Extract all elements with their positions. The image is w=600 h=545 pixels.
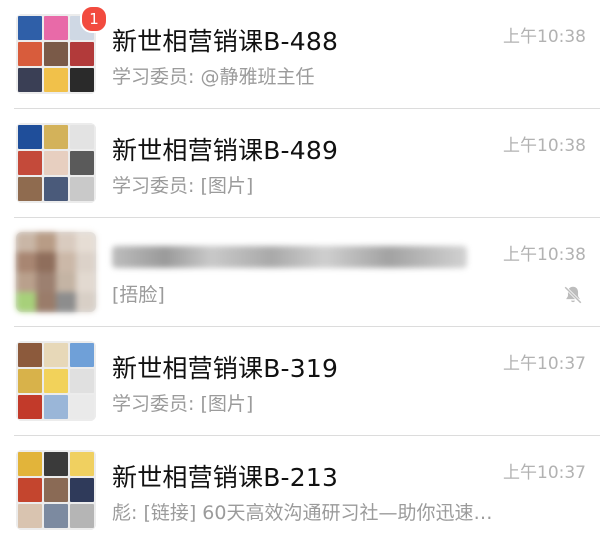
message-preview: 学习委员: @静雅班主任 <box>112 66 315 88</box>
avatar-mosaic <box>16 232 96 312</box>
avatar-tile <box>18 16 42 40</box>
avatar-tile <box>44 369 68 393</box>
message-time: 上午10:37 <box>503 354 586 374</box>
avatar-tile <box>44 151 68 175</box>
avatar-tile <box>44 452 68 476</box>
avatar-tile <box>18 177 42 201</box>
chat-title: 新世相营销课B-213 <box>112 463 339 492</box>
avatar-tile <box>18 395 42 419</box>
chat-title: 新世相营销课B-489 <box>112 136 339 165</box>
bell-slash-icon <box>563 285 583 305</box>
message-preview: [捂脸] <box>112 284 165 306</box>
avatar-tile <box>44 177 68 201</box>
avatar-tile <box>18 42 42 66</box>
avatar-tile <box>70 177 94 201</box>
avatar-tile <box>18 343 42 367</box>
avatar-tile <box>44 16 68 40</box>
avatar-tile <box>18 151 42 175</box>
message-preview: 学习委员: [图片] <box>112 175 254 197</box>
avatar-tile <box>70 42 94 66</box>
avatar-tile <box>44 42 68 66</box>
chat-title: 新世相营销课B-488 <box>112 27 339 56</box>
avatar-mosaic <box>16 341 96 421</box>
avatar-tile <box>44 478 68 502</box>
chat-list-item[interactable]: 新世相营销课B-213 彪: [链接] 60天高效沟通研习社—助你迅速… 上午10:… <box>0 436 600 545</box>
avatar-tile <box>70 478 94 502</box>
avatar-tile <box>70 343 94 367</box>
avatar-tile <box>16 292 36 312</box>
avatar-tile <box>36 292 56 312</box>
group-avatar[interactable]: 1 <box>16 5 108 94</box>
avatar-tile <box>76 272 96 292</box>
avatar-tile <box>18 504 42 528</box>
avatar-tile <box>36 252 56 272</box>
avatar-tile <box>18 125 42 149</box>
group-avatar[interactable] <box>16 232 96 312</box>
chat-list-item[interactable]: 新世相营销课B-319 学习委员: [图片] 上午10:37 <box>0 327 600 436</box>
avatar-tile <box>56 292 76 312</box>
avatar-tile <box>56 272 76 292</box>
avatar-tile <box>18 68 42 92</box>
avatar-tile <box>56 232 76 252</box>
chat-list-item[interactable]: 新世相营销课B-489 学习委员: [图片] 上午10:38 <box>0 109 600 218</box>
chat-title <box>112 246 467 268</box>
avatar-tile <box>70 369 94 393</box>
avatar-tile <box>76 252 96 272</box>
chat-list-item[interactable]: 1 新世相营销课B-488 学习委员: @静雅班主任 上午10:38 <box>0 0 600 109</box>
avatar-tile <box>70 151 94 175</box>
avatar-tile <box>56 252 76 272</box>
avatar-tile <box>76 292 96 312</box>
chat-list: 1 新世相营销课B-488 学习委员: @静雅班主任 上午10:38 新世相营销课B-4… <box>0 0 600 545</box>
unread-badge: 1 <box>80 5 108 33</box>
avatar-tile <box>44 343 68 367</box>
group-avatar[interactable] <box>16 450 96 530</box>
avatar-tile <box>70 504 94 528</box>
avatar-tile <box>70 452 94 476</box>
avatar-tile <box>18 478 42 502</box>
avatar-mosaic <box>16 450 96 530</box>
chat-title: 新世相营销课B-319 <box>112 354 339 383</box>
group-avatar[interactable] <box>16 123 96 203</box>
message-time: 上午10:38 <box>503 136 586 156</box>
avatar-tile <box>16 252 36 272</box>
avatar-tile <box>70 395 94 419</box>
avatar-tile <box>36 232 56 252</box>
message-time: 上午10:38 <box>503 245 586 265</box>
message-time: 上午10:37 <box>503 463 586 483</box>
avatar-tile <box>18 369 42 393</box>
message-preview: 学习委员: [图片] <box>112 393 254 415</box>
avatar-mosaic <box>16 123 96 203</box>
avatar-tile <box>76 232 96 252</box>
chat-list-item[interactable]: [捂脸] 上午10:38 <box>0 218 600 327</box>
avatar-tile <box>70 68 94 92</box>
message-preview: 彪: [链接] 60天高效沟通研习社—助你迅速… <box>112 502 493 524</box>
avatar-tile <box>44 68 68 92</box>
avatar-tile <box>16 232 36 252</box>
group-avatar[interactable] <box>16 341 96 421</box>
avatar-tile <box>16 272 36 292</box>
avatar-tile <box>44 125 68 149</box>
avatar-tile <box>18 452 42 476</box>
avatar-tile <box>44 504 68 528</box>
message-time: 上午10:38 <box>503 27 586 47</box>
avatar-tile <box>36 272 56 292</box>
avatar-tile <box>70 125 94 149</box>
avatar-tile <box>44 395 68 419</box>
